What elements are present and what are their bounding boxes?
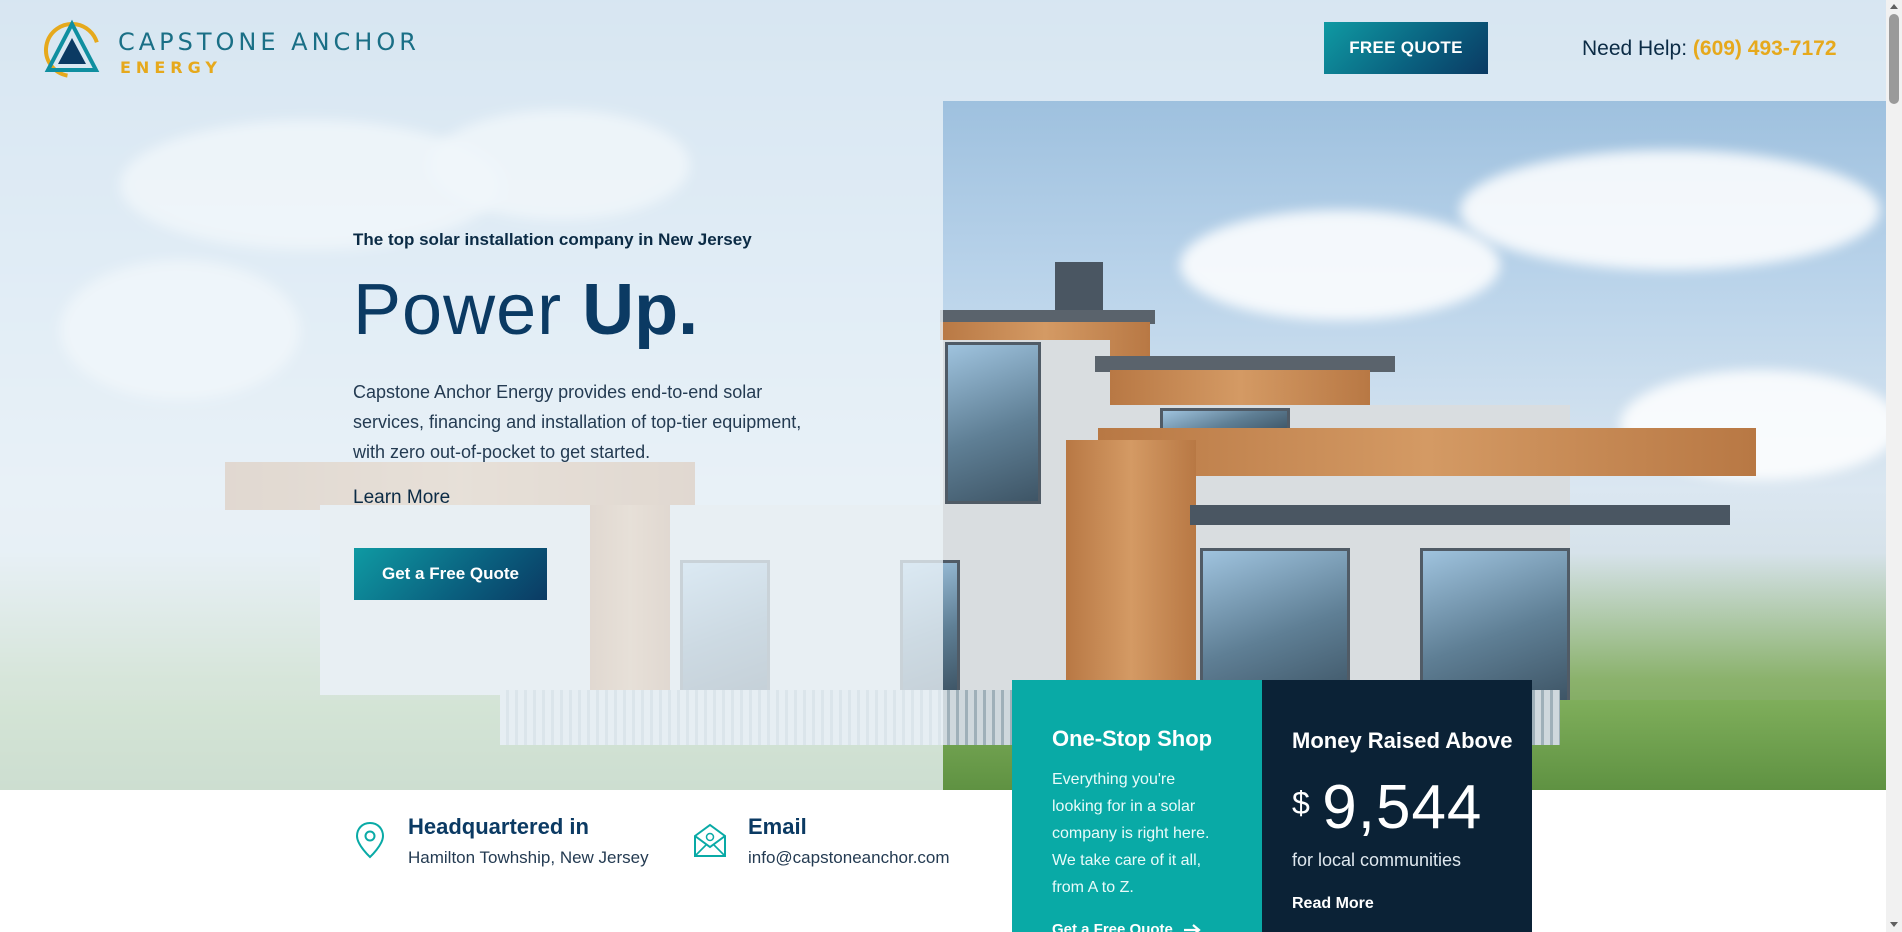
one-stop-text: Everything you're looking for in a solar…: [1052, 771, 1210, 896]
logo-subtitle: ENERGY: [120, 58, 222, 77]
hero-eyebrow: The top solar installation company in Ne…: [353, 230, 752, 249]
house-wood-panel: [1098, 428, 1756, 476]
hero-headline: Power Up.: [353, 274, 698, 346]
hq-value: Hamilton Towhship, New Jersey: [408, 848, 649, 867]
house-wood-panel: [1110, 370, 1370, 410]
get-free-quote-button[interactable]: Get a Free Quote: [354, 548, 547, 600]
house-wood-panel: [1066, 440, 1196, 700]
pergola: [1190, 505, 1730, 525]
one-stop-title: One-Stop Shop: [1052, 726, 1213, 751]
logo-name: CAPSTONE ANCHOR: [118, 28, 420, 56]
email-icon: [694, 823, 726, 857]
hero-description: Capstone Anchor Energy provides end-to-e…: [353, 382, 802, 462]
money-raised-amount: $ 9,544: [1292, 772, 1502, 842]
headline-light: Power: [353, 270, 563, 350]
money-raised-card: Money Raised Above $ 9,544 for local com…: [1262, 680, 1532, 932]
one-stop-link-label: Get a Free Quote: [1052, 921, 1173, 932]
phone-link[interactable]: (609) 493-7172: [1693, 37, 1837, 60]
scroll-down-icon[interactable]: [1890, 922, 1898, 927]
free-quote-button[interactable]: FREE QUOTE: [1324, 22, 1488, 74]
hero-background: [0, 0, 1886, 790]
money-raised-caption: for local communities: [1292, 850, 1462, 870]
read-more-link[interactable]: Read More: [1292, 895, 1502, 913]
hq-title: Headquartered in: [408, 814, 589, 839]
money-raised-value: 9,544: [1322, 773, 1483, 842]
arrow-right-icon: [1184, 924, 1201, 932]
help-contact: Need Help: (609) 493-7172: [1582, 37, 1837, 61]
help-label: Need Help:: [1582, 37, 1688, 60]
one-stop-shop-card: One-Stop Shop Everything you're looking …: [1012, 680, 1262, 932]
headline-bold: Up.: [582, 270, 699, 350]
scroll-up-icon[interactable]: [1890, 4, 1898, 9]
learn-more-link[interactable]: Learn More: [353, 487, 450, 509]
money-raised-title: Money Raised Above: [1292, 728, 1513, 753]
email-link[interactable]: info@capstoneanchor.com: [748, 848, 950, 868]
email-title: Email: [748, 814, 807, 839]
location-pin-icon: [355, 821, 385, 859]
logo-mark-icon: [44, 19, 100, 78]
currency-symbol: $: [1292, 785, 1310, 821]
scrollbar-thumb[interactable]: [1889, 14, 1899, 104]
page-scrollbar[interactable]: [1886, 0, 1902, 932]
one-stop-quote-link[interactable]: Get a Free Quote: [1052, 921, 1222, 932]
cloud: [1460, 150, 1880, 270]
cloud: [1180, 210, 1500, 320]
house-window: [945, 342, 1041, 504]
site-logo[interactable]: CAPSTONE ANCHOR ENERGY: [42, 18, 462, 84]
